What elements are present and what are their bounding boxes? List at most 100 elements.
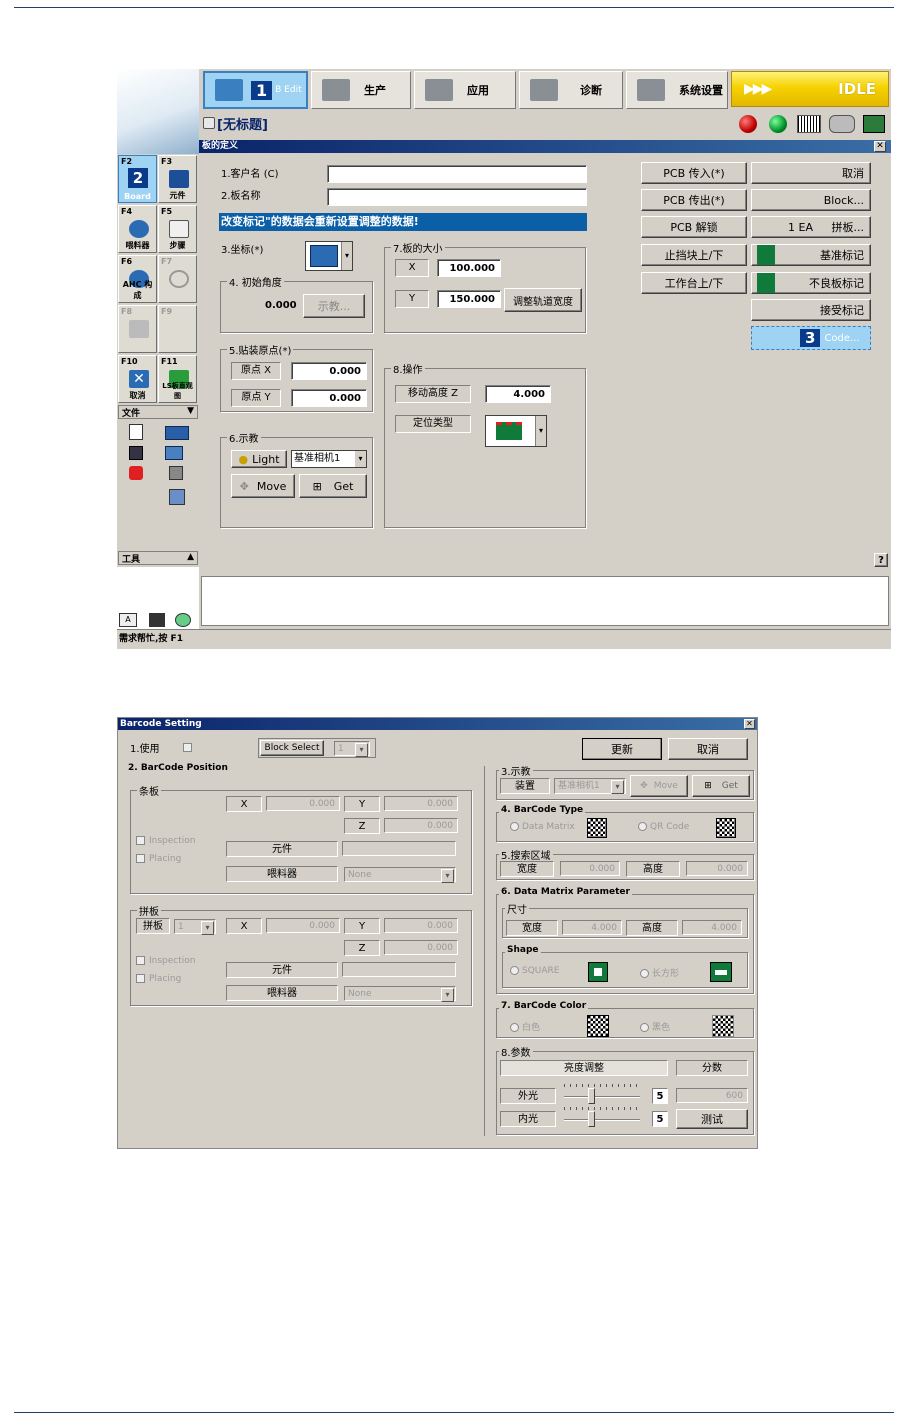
fkey-ahc[interactable]: F6 AHC 构成 bbox=[118, 255, 157, 303]
file-header[interactable]: 文件 ▼ bbox=[118, 405, 198, 419]
fkey-f7[interactable]: F7 bbox=[158, 255, 197, 303]
cancel-button[interactable]: 取消 bbox=[751, 162, 871, 184]
toolbar-diagnostics[interactable]: 诊断 bbox=[519, 71, 623, 109]
panel-placing[interactable]: Placing bbox=[136, 974, 181, 984]
import-icon[interactable] bbox=[165, 446, 183, 460]
move-z-field[interactable]: 4.000 bbox=[485, 385, 551, 403]
outer-light-slider[interactable] bbox=[564, 1084, 640, 1106]
fkey-board-view[interactable]: F11 LS板直观图 bbox=[158, 355, 197, 403]
disk-icon[interactable] bbox=[149, 613, 165, 627]
block-select-button[interactable]: Block Select bbox=[260, 740, 324, 756]
fkey-f8[interactable]: F8 bbox=[118, 305, 157, 353]
white-radio-dot[interactable] bbox=[510, 1023, 519, 1032]
tools-header[interactable]: 工具 ▲ bbox=[118, 551, 198, 565]
panel-placing-checkbox[interactable] bbox=[136, 974, 145, 983]
fkey-board[interactable]: F2 2 Board bbox=[118, 155, 157, 203]
bad-mark-button[interactable]: 不良板标记 bbox=[751, 272, 871, 294]
panel-inspection-checkbox[interactable] bbox=[136, 956, 145, 965]
strip-inspection-checkbox[interactable] bbox=[136, 836, 145, 845]
board-name-field[interactable] bbox=[327, 188, 587, 206]
new-file-icon[interactable] bbox=[129, 424, 143, 440]
block-button[interactable]: Block... bbox=[751, 189, 871, 211]
rect-radio[interactable]: 长方形 bbox=[640, 966, 679, 979]
pcb-in-button[interactable]: PCB 传入(*) bbox=[641, 162, 747, 184]
init-angle-teach-button[interactable]: 示教... bbox=[303, 294, 365, 318]
panel-button[interactable]: 1 EA 拼板... bbox=[751, 216, 871, 238]
origin-x-field[interactable]: 0.000 bbox=[291, 362, 367, 380]
toolbar-application[interactable]: 应用 bbox=[414, 71, 516, 109]
strip-part-field[interactable] bbox=[342, 841, 456, 856]
timer-icon[interactable] bbox=[175, 613, 191, 627]
qr-code-radio-dot[interactable] bbox=[638, 822, 647, 831]
panel-inspection[interactable]: Inspection bbox=[136, 956, 196, 966]
score-field[interactable]: 600 bbox=[676, 1088, 748, 1103]
outer-thumb[interactable] bbox=[588, 1088, 595, 1104]
pcb-unlock-button[interactable]: PCB 解锁 bbox=[641, 216, 747, 238]
square-radio-dot[interactable] bbox=[510, 966, 519, 975]
dm-width-field[interactable]: 4.000 bbox=[562, 920, 622, 935]
toolbar-production[interactable]: 生产 bbox=[311, 71, 411, 109]
data-matrix-radio[interactable]: Data Matrix bbox=[510, 822, 575, 832]
fkey-cancel[interactable]: F10 ✕ 取消 bbox=[118, 355, 157, 403]
save-icon[interactable] bbox=[129, 446, 143, 460]
barcode-icon[interactable] bbox=[797, 115, 821, 133]
power-icon[interactable] bbox=[129, 466, 143, 480]
fkey-component[interactable]: F3 元件 bbox=[158, 155, 197, 203]
bedit-button[interactable]: 1 B Edit bbox=[203, 71, 308, 109]
strip-placing[interactable]: Placing bbox=[136, 854, 181, 864]
panel-x-field[interactable]: 0.000 bbox=[266, 918, 340, 933]
position-type-select[interactable]: ▾ bbox=[485, 415, 547, 447]
dm-height-field[interactable]: 4.000 bbox=[682, 920, 742, 935]
stopper-button[interactable]: 止挡块上/下 bbox=[641, 244, 747, 266]
light-button[interactable]: ● Light bbox=[231, 450, 287, 468]
strip-y-field[interactable]: 0.000 bbox=[384, 796, 458, 811]
origin-y-field[interactable]: 0.000 bbox=[291, 389, 367, 407]
barcode-cancel-button[interactable]: 取消 bbox=[668, 738, 748, 760]
barcode-close-icon[interactable]: ✕ bbox=[744, 719, 755, 729]
open-folder-icon[interactable] bbox=[165, 426, 189, 440]
camera-icon[interactable] bbox=[829, 115, 855, 133]
keyboard-icon[interactable]: A bbox=[119, 613, 137, 627]
panel-z-field[interactable]: 0.000 bbox=[384, 940, 458, 955]
fiducial-button[interactable]: 基准标记 bbox=[751, 244, 871, 266]
panel-part-field[interactable] bbox=[342, 962, 456, 977]
strip-x-field[interactable]: 0.000 bbox=[266, 796, 340, 811]
print-icon[interactable] bbox=[169, 466, 183, 480]
get-button[interactable]: ⊞ Get bbox=[299, 474, 367, 498]
update-button[interactable]: 更新 bbox=[582, 738, 662, 760]
white-radio[interactable]: 白色 bbox=[510, 1020, 540, 1033]
fkey-steps[interactable]: F5 步骤 bbox=[158, 205, 197, 253]
search-width-field[interactable]: 0.000 bbox=[560, 861, 620, 876]
use-checkbox[interactable] bbox=[183, 743, 192, 752]
camera-select[interactable]: 基准相机1 ▾ bbox=[291, 450, 367, 468]
strip-placing-checkbox[interactable] bbox=[136, 854, 145, 863]
fkey-feeder[interactable]: F4 喂料器 bbox=[118, 205, 157, 253]
toolbar-system-settings[interactable]: 系统设置 bbox=[626, 71, 728, 109]
rect-radio-dot[interactable] bbox=[640, 969, 649, 978]
strip-z-field[interactable]: 0.000 bbox=[384, 818, 458, 833]
move-button[interactable]: ✥ Move bbox=[231, 474, 295, 498]
adjust-rail-width-button[interactable]: 调整轨道宽度 bbox=[504, 288, 582, 312]
get2-button[interactable]: ⊞ Get bbox=[692, 775, 750, 797]
inner-light-slider[interactable] bbox=[564, 1107, 640, 1129]
move2-button[interactable]: ✥ Move bbox=[630, 775, 688, 797]
size-y-field[interactable]: 150.000 bbox=[437, 290, 501, 308]
code-button[interactable]: 3 Code... bbox=[751, 326, 871, 350]
data-matrix-radio-dot[interactable] bbox=[510, 822, 519, 831]
fkey-f9[interactable]: F9 bbox=[158, 305, 197, 353]
customer-field[interactable] bbox=[327, 165, 587, 183]
board-icon[interactable] bbox=[863, 115, 885, 133]
accept-mark-button[interactable]: 接受标记 bbox=[751, 299, 871, 321]
square-radio[interactable]: SQUARE bbox=[510, 966, 559, 976]
test-button[interactable]: 测试 bbox=[676, 1109, 748, 1129]
strip-nozzle-select[interactable]: None bbox=[344, 867, 456, 883]
coord-select[interactable]: ▾ bbox=[305, 241, 353, 271]
strip-inspection[interactable]: Inspection bbox=[136, 836, 196, 846]
black-radio-dot[interactable] bbox=[640, 1023, 649, 1032]
panel-close-icon[interactable]: ✕ bbox=[874, 141, 886, 152]
help-button[interactable]: ? bbox=[874, 553, 888, 567]
inner-thumb[interactable] bbox=[588, 1111, 595, 1127]
qr-code-radio[interactable]: QR Code bbox=[638, 822, 689, 832]
block-select-dropdown[interactable]: 1 bbox=[334, 741, 370, 757]
network-icon[interactable] bbox=[169, 489, 185, 505]
